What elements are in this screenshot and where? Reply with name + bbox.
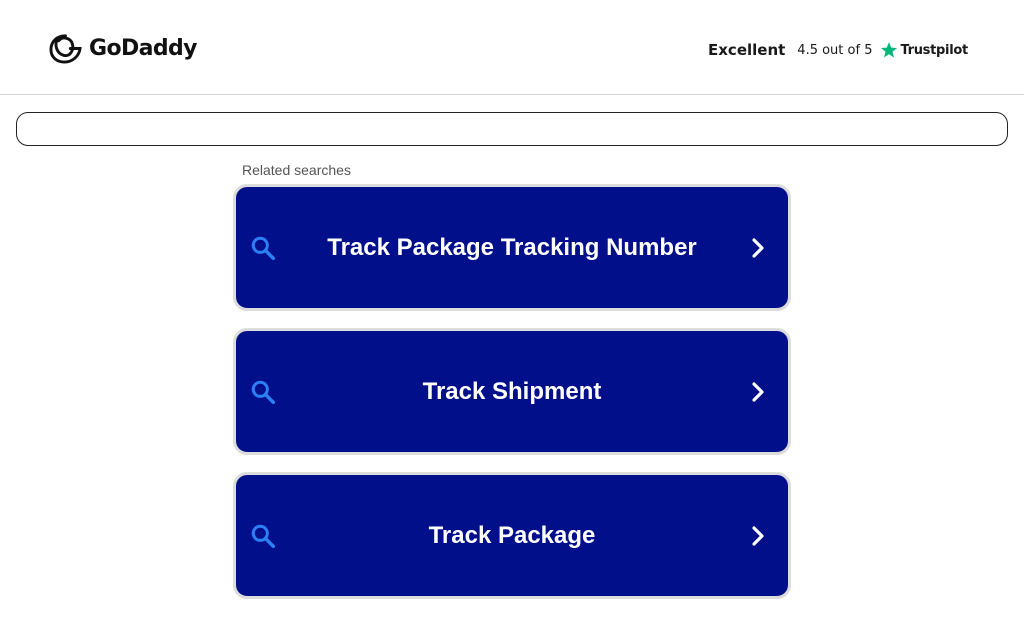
related-search-label: Track Shipment — [422, 378, 602, 405]
site-header: GoDaddy Excellent 4.5 out of 5 Trustpilo… — [0, 0, 1024, 95]
search-icon — [251, 380, 276, 405]
rating-label: Excellent — [708, 41, 786, 59]
search-icon — [251, 236, 276, 261]
rating-score: 4.5 out of 5 — [797, 42, 873, 58]
search-icon — [251, 524, 276, 549]
godaddy-logo[interactable]: GoDaddy — [48, 31, 198, 65]
related-searches-list: Track Package Tracking Number Track Ship… — [233, 184, 791, 616]
trustpilot-brand: Trustpilot — [900, 42, 968, 58]
related-search-label: Track Package — [428, 522, 596, 549]
related-search-link[interactable]: Track Package Tracking Number — [233, 184, 791, 311]
trustpilot-rating[interactable]: Excellent 4.5 out of 5 Trustpilot — [708, 40, 968, 60]
related-searches-heading: Related searches — [242, 162, 351, 178]
search-input[interactable] — [16, 112, 1008, 146]
related-search-link[interactable]: Track Shipment — [233, 328, 791, 455]
related-search-link[interactable]: Track Package — [233, 472, 791, 599]
related-search-label: Track Package Tracking Number — [327, 234, 697, 261]
godaddy-logo-icon — [49, 33, 82, 64]
chevron-right-icon — [752, 238, 764, 258]
star-icon — [881, 42, 898, 58]
chevron-right-icon — [752, 526, 764, 546]
chevron-right-icon — [752, 382, 764, 402]
logo-text: GoDaddy — [89, 35, 198, 61]
